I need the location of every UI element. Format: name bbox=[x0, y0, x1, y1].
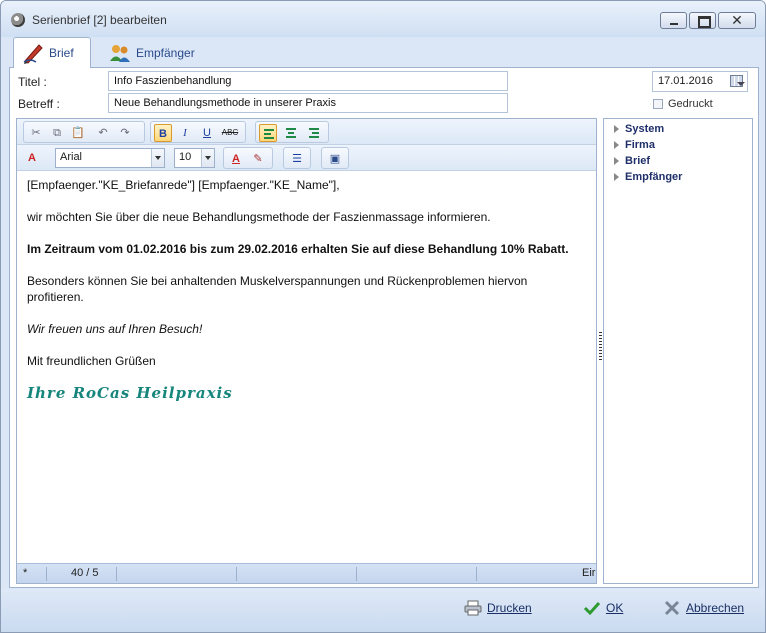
format-group: B I U ABC bbox=[150, 121, 246, 143]
tree-item-brief[interactable]: Brief bbox=[604, 153, 752, 169]
undo-icon[interactable]: ↶ bbox=[94, 124, 112, 142]
font-style-icon[interactable]: A bbox=[23, 149, 41, 167]
gedruckt-checkbox[interactable]: Gedruckt bbox=[653, 98, 713, 110]
calendar-icon[interactable] bbox=[730, 75, 745, 87]
field-tree: System Firma Brief Empfänger bbox=[603, 118, 753, 584]
italic-button[interactable]: I bbox=[176, 124, 194, 142]
tree-item-label: System bbox=[625, 123, 665, 135]
tree-item-empfaenger[interactable]: Empfänger bbox=[604, 169, 752, 185]
rich-text-editor: ✂ ⧉ 📋 ↶ ↷ B I U ABC A Arial 10 A ✎ ☰ ▣ [… bbox=[16, 118, 597, 584]
minimize-button[interactable] bbox=[660, 12, 687, 29]
font-size-select[interactable]: 10 bbox=[174, 148, 215, 168]
copy-icon[interactable]: ⧉ bbox=[48, 124, 66, 142]
clipboard-group: ✂ ⧉ 📋 ↶ ↷ bbox=[23, 121, 145, 143]
checkbox-box[interactable] bbox=[653, 99, 663, 109]
align-left-icon[interactable] bbox=[259, 124, 277, 142]
ok-button[interactable]: OK bbox=[583, 598, 623, 618]
date-value: 17.01.2016 bbox=[658, 75, 714, 87]
edit-toolbar: ✂ ⧉ 📋 ↶ ↷ B I U ABC bbox=[17, 119, 596, 145]
doc-salutation: [Empfaenger."KE_Briefanrede"] [Empfaenge… bbox=[27, 178, 340, 192]
tab-brief[interactable]: Brief bbox=[13, 37, 91, 69]
chevron-right-icon[interactable] bbox=[614, 157, 619, 165]
bold-button[interactable]: B bbox=[154, 124, 172, 142]
document-body[interactable]: [Empfaenger."KE_Briefanrede"] [Empfaenge… bbox=[17, 171, 596, 561]
window-title: Serienbrief [2] bearbeiten bbox=[32, 13, 167, 27]
chevron-right-icon[interactable] bbox=[614, 125, 619, 133]
close-icon: ✕ bbox=[731, 12, 743, 28]
paste-icon[interactable]: 📋 bbox=[69, 124, 87, 142]
status-position: 40 / 5 bbox=[47, 567, 117, 581]
print-button[interactable]: Drucken bbox=[464, 598, 532, 618]
bullet-list-icon[interactable]: ☰ bbox=[288, 150, 306, 168]
tab-brief-label: Brief bbox=[49, 46, 74, 60]
tree-item-system[interactable]: System bbox=[604, 121, 752, 137]
printer-icon bbox=[464, 600, 482, 616]
doc-paragraph-intro: wir möchten Sie über die neue Behandlung… bbox=[27, 210, 491, 224]
status-segment bbox=[237, 567, 357, 581]
titel-input[interactable]: Info Faszienbehandlung bbox=[108, 71, 508, 91]
dialog-window: Serienbrief [2] bearbeiten ✕ Brief Empfä… bbox=[0, 0, 766, 633]
tree-item-label: Firma bbox=[625, 139, 655, 151]
status-segment bbox=[357, 567, 477, 581]
chevron-down-icon[interactable] bbox=[151, 149, 164, 167]
tree-item-label: Brief bbox=[625, 155, 651, 167]
align-group bbox=[255, 121, 329, 143]
align-center-icon[interactable] bbox=[282, 124, 300, 142]
app-icon bbox=[11, 13, 25, 27]
underline-button[interactable]: U bbox=[198, 124, 216, 142]
cancel-x-icon bbox=[664, 600, 680, 616]
print-label: Drucken bbox=[487, 601, 532, 615]
insert-image-icon[interactable]: ▣ bbox=[326, 150, 344, 168]
status-segment bbox=[117, 567, 237, 581]
chevron-right-icon[interactable] bbox=[614, 173, 619, 181]
doc-paragraph-offer: Im Zeitraum vom 01.02.2016 bis zum 29.02… bbox=[27, 242, 569, 256]
redo-icon[interactable]: ↷ bbox=[116, 124, 134, 142]
tab-empfaenger-label: Empfänger bbox=[136, 45, 195, 60]
strikethrough-button[interactable]: ABC bbox=[221, 124, 239, 142]
titel-label: Titel : bbox=[18, 75, 47, 89]
tree-item-firma[interactable]: Firma bbox=[604, 137, 752, 153]
doc-paragraph-benefit: Besonders können Sie bei anhaltenden Mus… bbox=[27, 274, 528, 304]
users-icon bbox=[110, 44, 130, 62]
gedruckt-label: Gedruckt bbox=[668, 98, 713, 110]
image-group: ▣ bbox=[321, 147, 349, 169]
date-picker[interactable]: 17.01.2016 bbox=[652, 71, 748, 92]
align-right-icon[interactable] bbox=[305, 124, 323, 142]
brief-panel: Titel : Info Faszienbehandlung Betreff :… bbox=[9, 68, 759, 588]
dialog-footer: Drucken OK Abbrechen bbox=[1, 589, 765, 632]
list-group: ☰ bbox=[283, 147, 311, 169]
maximize-button[interactable] bbox=[689, 12, 716, 29]
chevron-down-icon[interactable] bbox=[201, 149, 214, 167]
cancel-label: Abbrechen bbox=[686, 601, 745, 615]
checkmark-icon bbox=[583, 601, 601, 616]
font-toolbar: A Arial 10 A ✎ ☰ ▣ bbox=[17, 145, 596, 171]
close-button[interactable]: ✕ bbox=[718, 12, 756, 29]
betreff-input[interactable]: Neue Behandlungsmethode in unserer Praxi… bbox=[108, 93, 508, 113]
chevron-right-icon[interactable] bbox=[614, 141, 619, 149]
font-family-select[interactable]: Arial bbox=[55, 148, 165, 168]
ok-label: OK bbox=[606, 601, 624, 615]
tab-empfaenger[interactable]: Empfänger bbox=[101, 37, 211, 68]
tab-strip: Brief Empfänger bbox=[9, 37, 759, 69]
font-family-value: Arial bbox=[60, 151, 83, 163]
status-marker: * bbox=[17, 567, 47, 581]
color-group: A ✎ bbox=[223, 147, 273, 169]
cancel-button[interactable]: Abbrechen bbox=[663, 598, 744, 618]
title-bar: Serienbrief [2] bearbeiten ✕ bbox=[1, 1, 765, 37]
pen-icon bbox=[23, 44, 43, 64]
doc-signature: Ihre RoCas Heilpraxis bbox=[27, 384, 233, 402]
font-color-icon[interactable]: A bbox=[227, 150, 245, 168]
highlight-icon[interactable]: ✎ bbox=[249, 150, 267, 168]
betreff-label: Betreff : bbox=[18, 97, 60, 111]
splitter-handle[interactable] bbox=[599, 332, 602, 362]
font-size-value: 10 bbox=[179, 151, 192, 163]
tree-item-label: Empfänger bbox=[625, 171, 683, 183]
editor-statusbar: * 40 / 5 Eir bbox=[17, 563, 596, 583]
doc-greeting: Mit freundlichen Grüßen bbox=[27, 354, 156, 368]
chevron-down-icon bbox=[737, 82, 745, 86]
status-mode: Eir bbox=[582, 567, 596, 579]
doc-paragraph-closing: Wir freuen uns auf Ihren Besuch! bbox=[27, 322, 203, 336]
cut-icon[interactable]: ✂ bbox=[27, 124, 45, 142]
